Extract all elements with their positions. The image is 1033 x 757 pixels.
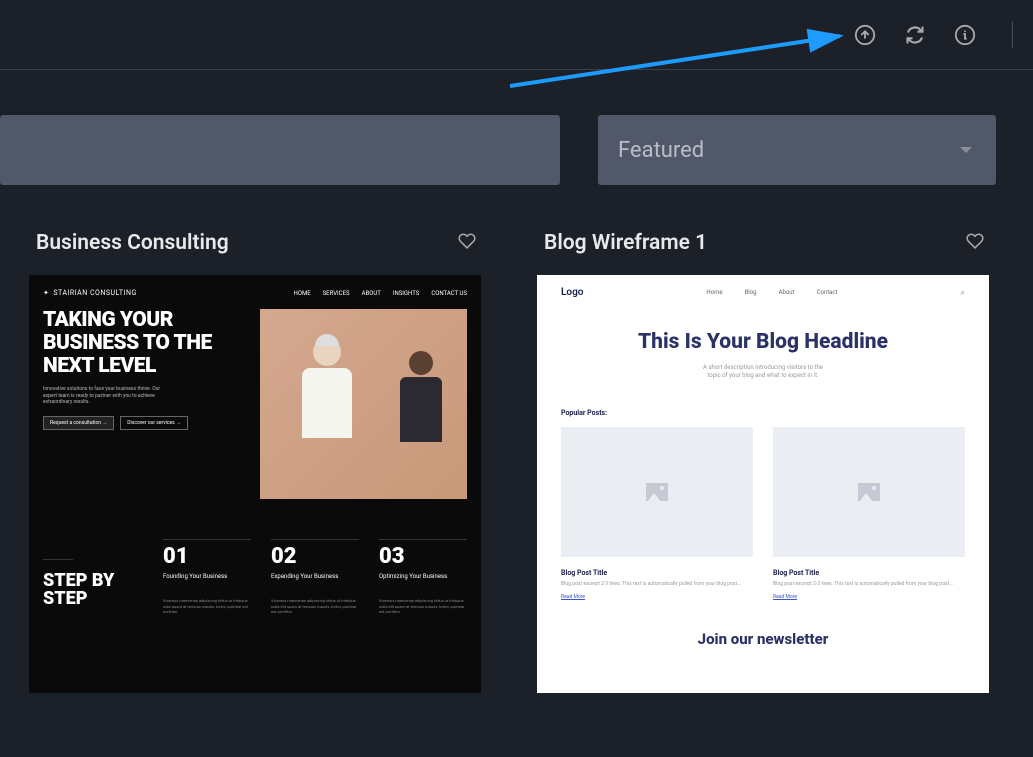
preview-hero-image xyxy=(260,309,467,499)
preview-subtext: Innovative solutions to face your busine… xyxy=(43,386,163,406)
preview-nav: HOME SERVICES ABOUT INSIGHTS CONTACT US xyxy=(294,290,467,297)
template-preview: Logo Home Blog About Contact ⌕ This Is Y… xyxy=(537,275,989,693)
preview-headline: TAKING YOUR BUSINESS TO THE NEXT LEVEL xyxy=(43,309,250,378)
preview-cta1: Request a consultation → xyxy=(43,416,114,430)
chevron-down-icon xyxy=(960,147,972,153)
preview-nav: Home Blog About Contact xyxy=(706,289,837,296)
favorite-icon[interactable] xyxy=(966,232,984,254)
preview-steps-title: STEP BY STEP xyxy=(43,572,143,608)
card-header: Business Consulting xyxy=(20,231,490,275)
preview-newsletter: Join our newsletter xyxy=(561,630,965,648)
card-header: Blog Wireframe 1 xyxy=(528,231,998,275)
info-icon[interactable] xyxy=(954,24,976,46)
favorite-icon[interactable] xyxy=(458,232,476,254)
template-card[interactable]: Blog Wireframe 1 Logo Home Blog About Co… xyxy=(528,231,998,693)
preview-subtext: A short description introducing visitors… xyxy=(561,364,965,381)
preview-search-icon: ⌕ xyxy=(961,288,965,298)
preview-post: Blog Post Title Blog post excerpt 2-3 li… xyxy=(561,427,753,600)
search-input[interactable] xyxy=(0,115,560,185)
toolbar-divider xyxy=(1012,22,1013,48)
toolbar xyxy=(0,0,1033,70)
card-title: Business Consulting xyxy=(36,231,229,255)
card-title: Blog Wireframe 1 xyxy=(544,231,707,255)
preview-post: Blog Post Title Blog post excerpt 2-3 li… xyxy=(773,427,965,600)
dropdown-label: Featured xyxy=(618,138,704,163)
preview-cta2: Discover our services → xyxy=(120,416,188,430)
preview-headline: This Is Your Blog Headline xyxy=(561,330,965,354)
preview-logo: Logo xyxy=(561,287,583,298)
preview-post-image xyxy=(773,427,965,557)
preview-post-image xyxy=(561,427,753,557)
preview-brand: ✦STAIRIAN CONSULTING xyxy=(43,289,137,297)
refresh-icon[interactable] xyxy=(904,24,926,46)
sort-dropdown[interactable]: Featured xyxy=(598,115,996,185)
filters-row: Featured xyxy=(0,70,1033,185)
template-preview: ✦STAIRIAN CONSULTING HOME SERVICES ABOUT… xyxy=(29,275,481,693)
template-cards: Business Consulting ✦STAIRIAN CONSULTING… xyxy=(0,185,1033,693)
preview-section-title: Popular Posts: xyxy=(561,409,965,417)
upload-icon[interactable] xyxy=(854,24,876,46)
template-card[interactable]: Business Consulting ✦STAIRIAN CONSULTING… xyxy=(20,231,490,693)
